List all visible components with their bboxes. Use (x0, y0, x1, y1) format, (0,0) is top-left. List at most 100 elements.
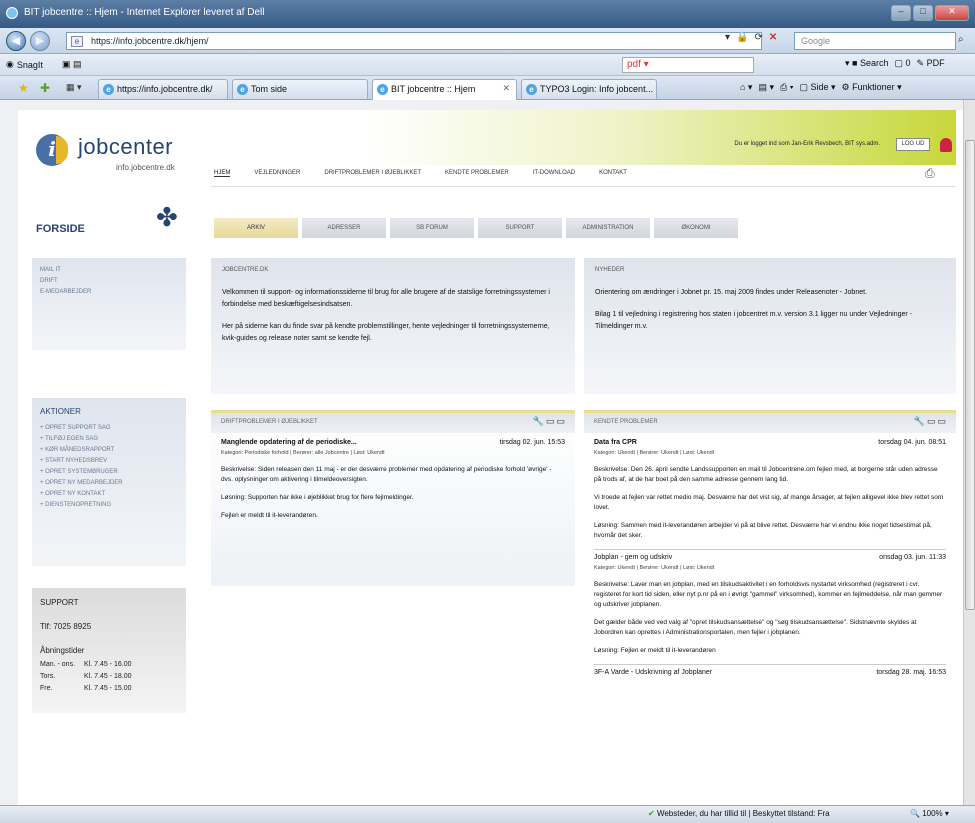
ie-tab-icon: e (103, 84, 114, 95)
action-link[interactable]: + KØR MÅNEDSRAPPORT (40, 447, 178, 453)
entry-meta: Kategori: Ukendt | Berører: Ukendt | Løs… (594, 565, 715, 571)
nav-item-hjem[interactable]: HJEM (214, 170, 231, 177)
nav-item-vejledninger[interactable]: VEJLEDNINGER (254, 170, 300, 177)
intro-title: JOBCENTRE.DK (222, 267, 269, 273)
side-link[interactable]: E-MEDARBEJDER (40, 289, 178, 295)
tab-4[interactable]: e TYPO3 Login: Info jobcent... (521, 79, 657, 99)
snagit-button[interactable]: ◉ SnagIt (6, 59, 43, 70)
capture-icon[interactable]: ▣ ▤ (62, 59, 82, 70)
security-zone[interactable]: ✔ Websteder, du har tillid til | Beskytt… (648, 809, 830, 818)
main-nav: HJEM VEJLEDNINGER DRIFTPROBLEMER I ØJEBL… (214, 170, 627, 177)
tools-menu[interactable]: ⚙ Funktioner ▾ (842, 82, 902, 93)
subtab-adresser[interactable]: ADRESSER (302, 218, 386, 238)
action-link[interactable]: + OPRET SUPPORT SAG (40, 425, 178, 431)
known-entry: 3F-A Varde - Udskrivning af Jobplaner to… (584, 669, 956, 676)
back-button[interactable]: ◀ (6, 31, 26, 51)
dropdown-icon[interactable]: ▾ (725, 32, 730, 43)
subtab-okonomi[interactable]: ØKONOMI (654, 218, 738, 238)
zoom-level[interactable]: 🔍 100% ▾ (910, 809, 949, 818)
entry-title[interactable]: Manglende opdatering af de periodiske... (221, 439, 357, 446)
home-icon[interactable]: ⌂ ▾ (740, 82, 752, 93)
subtab-arkiv[interactable]: ARKIV (214, 218, 298, 238)
pdf-search-box[interactable]: pdf ▾ (622, 57, 754, 73)
entry-divider (594, 549, 946, 550)
lock-icon[interactable]: 🔒 (736, 32, 748, 43)
nav-item-driftproblemer[interactable]: DRIFTPROBLEMER I ØJEBLIKKET (324, 170, 421, 177)
print-page-icon[interactable]: ⎙ (925, 166, 935, 181)
support-title: SUPPORT (40, 598, 79, 607)
feeds-icon[interactable]: ▤ ▾ (758, 82, 774, 93)
hours-time: Kl. 7.45 - 18.00 (84, 673, 132, 680)
address-bar[interactable]: e https://info.jobcentre.dk/hjem/ (66, 32, 762, 50)
nav-item-it-download[interactable]: IT-DOWNLOAD (533, 170, 575, 177)
action-link[interactable]: + START NYHEDSBREV (40, 458, 178, 464)
search-input[interactable]: Google (794, 32, 956, 50)
tab-2[interactable]: e Tom side (232, 79, 368, 99)
action-link[interactable]: + OPRET NY KONTAKT (40, 491, 178, 497)
logo-icon: i (36, 134, 68, 166)
tabs-row: ★ ✚ ▦ ▾ e https://info.jobcentre.dk/ e Tom… (0, 76, 975, 100)
tab-3[interactable]: e BIT jobcentre :: Hjem ✕ (372, 79, 517, 100)
entry-text: Vi troede at fejlen var rettet medio maj… (594, 494, 944, 511)
search-icon[interactable]: ⌕ (958, 34, 964, 45)
action-link[interactable]: + DIENSTENOPRETNING (40, 502, 178, 508)
address-tools: ▾ 🔒 ⟳ ✕ (725, 32, 777, 43)
nav-item-kendte-problemer[interactable]: KENDTE PROBLEMER (445, 170, 509, 177)
pdf-button[interactable]: ✎ PDF (917, 58, 945, 69)
print-icon[interactable]: ⎙ ▾ (780, 82, 793, 93)
entry-text: Beskrivelse: Siden releasen den 11 maj -… (221, 466, 552, 483)
news-panel: NYHEDER Orientering om ændringer i Jobne… (584, 258, 956, 394)
entry-header: Jobplan - gem og udskriv onsdag 03. jun.… (594, 554, 946, 561)
site-header: Du er logget ind som Jan-Erik Revsbech, … (211, 110, 956, 165)
hours-day: Fre. (40, 685, 53, 692)
quick-tabs-icon[interactable]: ▦ ▾ (66, 82, 82, 93)
tab-1[interactable]: e https://info.jobcentre.dk/ (98, 79, 228, 99)
action-link[interactable]: + OPRET SYSTEMBRUGER (40, 469, 178, 475)
action-link[interactable]: + OPRET NY MEDARBEJDER (40, 480, 178, 486)
entry-date: torsdag 04. jun. 08:51 (878, 439, 946, 446)
stop-icon[interactable]: ✕ (769, 32, 777, 43)
news-title: NYHEDER (595, 267, 625, 273)
forward-button[interactable]: ▶ (30, 31, 50, 51)
refresh-icon[interactable]: ⟳ (754, 32, 762, 43)
news-item[interactable]: Bilag 1 til vejledning i registrering ho… (595, 309, 945, 333)
subtab-sb-forum[interactable]: SB FORUM (390, 218, 474, 238)
close-button[interactable]: ✕ (935, 5, 969, 21)
entry-date: torsdag 28. maj. 16:53 (876, 669, 946, 676)
jobcenter-logo[interactable]: i jobcenter info.jobcentre.dk (36, 132, 196, 182)
favorites-star-icon[interactable]: ★ (18, 81, 29, 95)
subtab-administration[interactable]: ADMINISTRATION (566, 218, 650, 238)
command-bar: ⌂ ▾ ▤ ▾ ⎙ ▾ ▢ Side ▾ ⚙ Funktioner ▾ (740, 82, 902, 93)
entry-title[interactable]: Data fra CPR (594, 439, 637, 446)
action-link[interactable]: + TILFØJ EGEN SAG (40, 436, 178, 442)
web-page: i jobcenter info.jobcentre.dk ✤ FORSIDE … (18, 110, 963, 805)
search-button[interactable]: ▾ ■ Search (845, 58, 889, 69)
tab-close-icon[interactable]: ✕ (502, 83, 510, 94)
denmark-map-icon: ✤ (156, 202, 178, 232)
hours-time: Kl. 7.45 - 16.00 (84, 661, 132, 668)
add-favorites-icon[interactable]: ✚ (40, 81, 50, 95)
pdf-count: ▢ 0 (894, 58, 911, 68)
window-controls: – □ ✕ (891, 5, 969, 21)
page-menu[interactable]: ▢ Side ▾ (799, 82, 835, 93)
known-header: KENDTE PROBLEMER 🔧▭▭ (584, 413, 956, 433)
address-text: https://info.jobcentre.dk/hjem/ (91, 36, 209, 46)
panel-tools-icon[interactable]: 🔧▭▭ (914, 416, 948, 427)
news-item[interactable]: Orientering om ændringer i Jobnet pr. 15… (595, 287, 945, 299)
logout-button[interactable]: LOG UD (896, 138, 930, 151)
entry-text: Løsning: Supporten har ikke i øjeblikket… (221, 494, 414, 501)
maximize-button[interactable]: □ (913, 5, 933, 21)
entry-title[interactable]: 3F-A Varde - Udskrivning af Jobplaner (594, 669, 712, 676)
hours-title: Åbningstider (40, 646, 85, 655)
side-link[interactable]: DRIFT (40, 278, 178, 284)
nav-item-kontakt[interactable]: KONTAKT (599, 170, 627, 177)
intro-text: Her på siderne kan du finde svar på kend… (222, 323, 550, 342)
panel-tools-icon[interactable]: 🔧▭▭ (533, 416, 567, 427)
minimize-button[interactable]: – (891, 5, 911, 21)
vertical-scrollbar[interactable] (963, 100, 975, 805)
entry-title[interactable]: Jobplan - gem og udskriv (594, 554, 672, 561)
ie-tab-icon: e (526, 84, 537, 95)
side-link[interactable]: MAIL IT (40, 267, 178, 273)
subtab-support[interactable]: SUPPORT (478, 218, 562, 238)
scrollbar-thumb[interactable] (965, 140, 975, 610)
